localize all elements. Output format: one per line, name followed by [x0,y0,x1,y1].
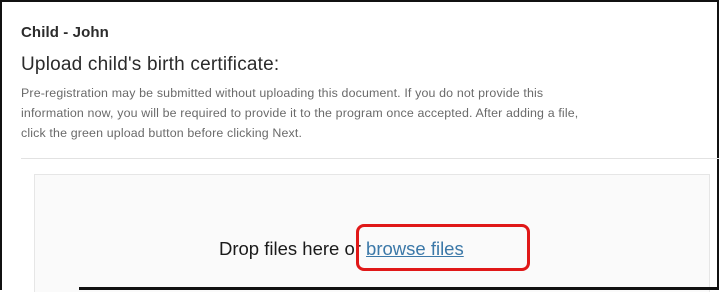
child-name-heading: Child - John [21,24,109,41]
dropzone-prompt: Drop files here or browse files [219,238,464,260]
help-text-line: information now, you will be required to… [21,106,579,120]
upload-panel: Child - John Upload child's birth certif… [0,0,719,292]
section-divider [21,158,719,159]
help-text-line: click the green upload button before cli… [21,126,303,140]
upload-document-heading: Upload child's birth certificate: [21,54,280,75]
dropzone-prompt-text: Drop files here or [219,238,367,259]
browse-files-link[interactable]: browse files [366,238,464,259]
file-dropzone[interactable]: Drop files here or browse files [34,174,710,292]
upload-help-text: Pre-registration may be submitted withou… [21,83,701,143]
help-text-line: Pre-registration may be submitted withou… [21,86,544,100]
